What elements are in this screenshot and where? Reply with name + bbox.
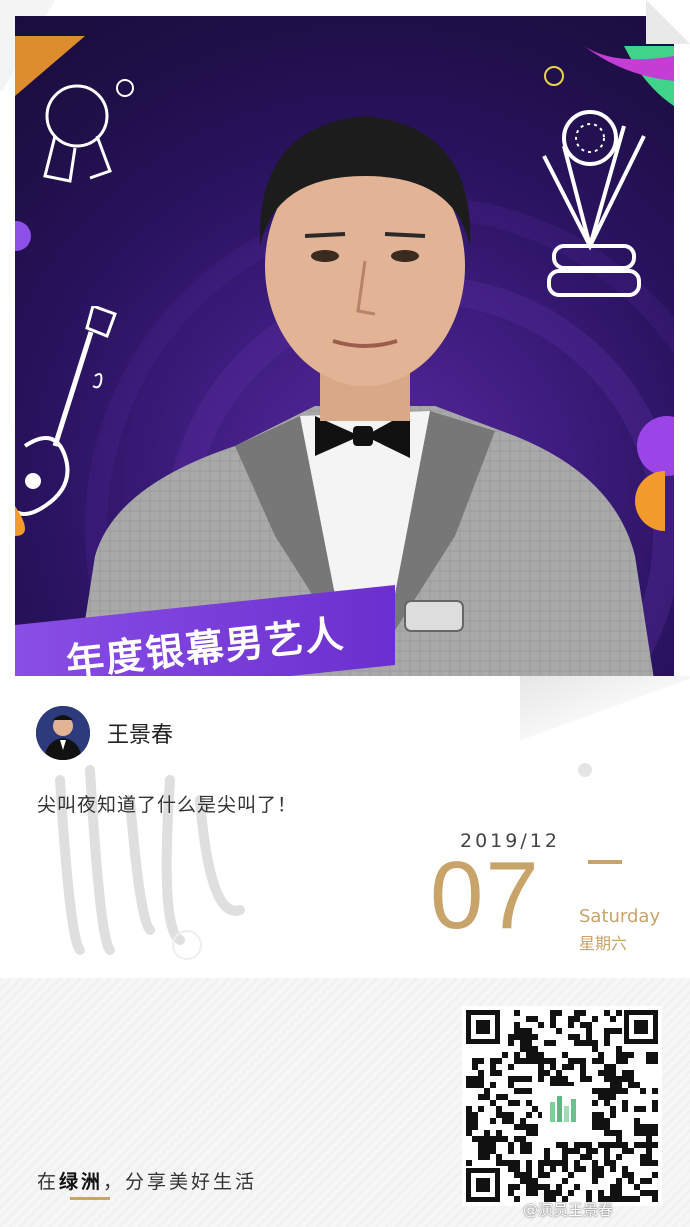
post-text: 尖叫夜知道了什么是尖叫了！	[37, 794, 298, 816]
page-fold-shadow	[520, 676, 690, 756]
avatar[interactable]	[36, 706, 90, 760]
weibo-watermark: @演员王景春	[523, 1201, 614, 1219]
slogan-underline	[70, 1197, 110, 1200]
deco-dot	[172, 930, 202, 960]
date-divider	[588, 860, 622, 864]
date-weekday-en: Saturday	[579, 906, 661, 927]
deco-dot	[15, 221, 31, 251]
deco-dot	[578, 763, 592, 777]
slogan-highlight: 绿洲	[59, 1171, 104, 1193]
avatar-image	[36, 706, 90, 760]
slogan-prefix: 在	[37, 1171, 60, 1193]
background-lettering-decoration	[55, 765, 245, 955]
qr-logo-bg	[542, 1086, 584, 1128]
qr-finder-top-right	[624, 1010, 658, 1044]
footer-slogan: 在绿洲，分享美好生活	[37, 1167, 257, 1194]
slogan-suffix: ，分享美好生活	[103, 1171, 258, 1193]
share-card: 年度银幕男艺人 王景春 尖叫夜知道了什么是尖叫了！ 2019/12 07 Sat…	[0, 0, 690, 1227]
date-day: 07	[430, 842, 541, 949]
event-photo[interactable]: 年度银幕男艺人	[15, 16, 674, 676]
date-weekday-cn: 星期六	[579, 934, 628, 953]
qr-finder-top-left	[466, 1010, 500, 1044]
qr-code[interactable]	[462, 1006, 662, 1206]
page-fold-corner	[646, 0, 690, 44]
author-name[interactable]: 王景春	[107, 717, 173, 749]
qr-finder-bottom-left	[466, 1168, 500, 1202]
